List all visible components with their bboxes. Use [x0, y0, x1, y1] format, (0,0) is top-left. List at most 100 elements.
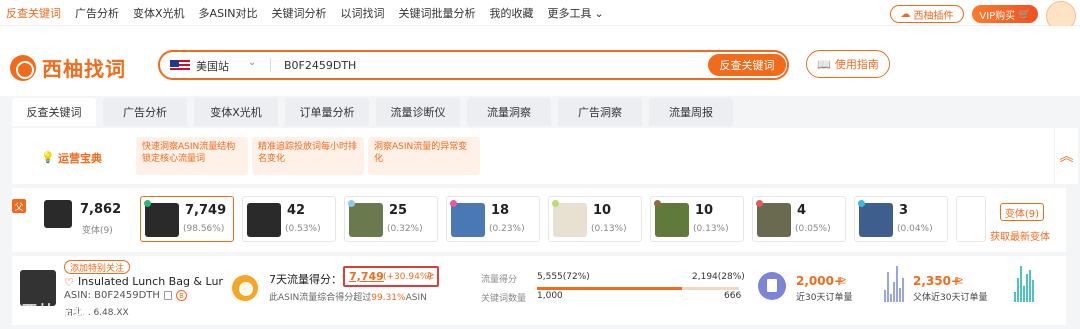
- mini-chart: [1014, 262, 1038, 302]
- guide-button[interactable]: 📖 使用指南: [806, 50, 890, 78]
- mini-chart-bar: [1017, 278, 1019, 302]
- variant-thumbnail: [655, 203, 689, 237]
- variant-thumbnail: [451, 203, 485, 237]
- bulb-icon: 💡: [41, 151, 55, 164]
- copy-icon[interactable]: [164, 291, 172, 300]
- flow-score-box: 7,749 (+30.94%) ⊵: [343, 266, 439, 287]
- flow-score-label: 7天流量得分：: [269, 273, 342, 286]
- variants-panel: 7,862 变体(9) 7,749 (98.56%) 42 (0.53%) 25 (0.3…: [12, 188, 1066, 252]
- logo[interactable]: 西柚找词: [10, 53, 126, 82]
- tab-item[interactable]: 流量洞察: [467, 98, 551, 126]
- site-select[interactable]: 美国站: [196, 58, 229, 74]
- variant-summary[interactable]: 7,862 变体(9): [22, 196, 132, 242]
- variant-card[interactable]: 10 (0.13%): [650, 196, 744, 242]
- gauge-icon: [232, 275, 258, 301]
- mini-chart-bar: [1032, 280, 1034, 302]
- tab-item[interactable]: 广告分析: [103, 98, 187, 126]
- nav-item[interactable]: 关键词批量分析: [399, 5, 476, 21]
- variant-card[interactable]: 25 (0.32%): [344, 196, 438, 242]
- mini-chart-bar: [890, 294, 892, 302]
- variant-value: 42: [287, 203, 306, 218]
- plugin-button[interactable]: ☁ 西柚插件: [890, 5, 964, 23]
- vip-button[interactable]: VIP购买 🛒: [972, 5, 1038, 23]
- variant-card[interactable]: 3 (0.04%): [854, 196, 948, 242]
- heart-icon[interactable]: ♡: [64, 276, 74, 289]
- mini-chart-bar: [887, 272, 889, 302]
- variant-card[interactable]: 42 (0.53%): [242, 196, 336, 242]
- variant-card[interactable]: 10 (0.13%): [548, 196, 642, 242]
- mini-chart-bar: [1014, 292, 1016, 302]
- ops-guide-card[interactable]: 洞察ASIN流量的异常变化: [368, 137, 480, 175]
- variant-card[interactable]: 4 (0.05%): [752, 196, 846, 242]
- variant-card[interactable]: [956, 196, 986, 242]
- flow-note-suffix: ASIN: [405, 293, 427, 303]
- nav-item[interactable]: 多ASIN对比: [199, 5, 258, 21]
- search-button[interactable]: 反查关键词: [708, 54, 786, 76]
- tab-item[interactable]: 流量诊断仪: [376, 98, 460, 126]
- variant-percent: (0.04%): [897, 224, 933, 234]
- trend-icon[interactable]: ⊵: [839, 276, 847, 286]
- variant-percent: (0.13%): [693, 224, 729, 234]
- flow-score-value[interactable]: 7,749: [349, 270, 384, 283]
- flow-split-left: 5,555(72%): [537, 272, 590, 282]
- flow-split-fill: [537, 287, 683, 290]
- product-title[interactable]: Insulated Lunch Bag & Lun...: [78, 275, 223, 288]
- nav-menu: 反查关键词 广告分析 变体X光机 多ASIN对比 关键词分析 以词找词 关键词批量分析 我的收…: [6, 0, 618, 26]
- variant-thumbnail: [757, 203, 791, 237]
- add-follow-button[interactable]: 添加特别关注: [64, 260, 131, 274]
- flow-note-prefix: 此ASIN流量综合得分超过: [269, 293, 372, 303]
- color-dot-icon: [144, 200, 151, 207]
- book-icon: 📖: [817, 57, 831, 71]
- nav-item[interactable]: 我的收藏: [490, 5, 534, 21]
- brand-b-icon[interactable]: B: [176, 290, 187, 301]
- variant-percent: (0.05%): [795, 224, 831, 234]
- tab-item[interactable]: 反查关键词: [12, 98, 96, 126]
- flow-note-pct: 99.31%: [371, 293, 406, 303]
- tab-item[interactable]: 变体X光机: [194, 98, 278, 126]
- collapse-icon[interactable]: ︽: [1054, 128, 1078, 184]
- flow-score-note: 此ASIN流量综合得分超过99.31%ASIN: [269, 290, 427, 303]
- chevron-down-icon[interactable]: ⌄: [248, 57, 256, 68]
- variant-thumbnail: [553, 203, 587, 237]
- tab-item[interactable]: 订单量分析: [285, 98, 369, 126]
- search-input[interactable]: [284, 56, 684, 74]
- ops-guide-card[interactable]: 精准追踪投放词每小时排名变化: [252, 137, 364, 175]
- nav-item[interactable]: 以词找词: [341, 5, 385, 21]
- mini-chart-bar: [899, 288, 901, 302]
- tab-item[interactable]: 流量周报: [649, 98, 733, 126]
- nav-item[interactable]: 变体X光机: [133, 5, 185, 21]
- trend-chart-icon[interactable]: ⊵: [427, 271, 435, 281]
- keyword-count-label: 关键词数量: [481, 294, 527, 304]
- mini-chart-bar: [1023, 286, 1025, 302]
- variant-thumbnail: [247, 203, 281, 237]
- variant-percent: (0.23%): [489, 224, 525, 234]
- mini-chart-bar: [884, 290, 886, 302]
- orders-30d-label: 近30天订单量: [796, 293, 853, 303]
- color-dot-icon: [348, 200, 355, 207]
- vip-label: VIP购买: [979, 10, 1016, 22]
- orders-30d-value: 2,000+: [796, 274, 845, 288]
- nav-item[interactable]: 反查关键词: [6, 5, 61, 21]
- search-box: 美国站 ⌄ 反查关键词: [158, 50, 789, 80]
- color-dot-icon: [858, 200, 865, 207]
- variant-card[interactable]: 18 (0.23%): [446, 196, 540, 242]
- mini-chart-bar: [893, 282, 895, 302]
- parent-orders-30d-label: 父体近30天订单量: [913, 293, 988, 303]
- parent-orders-30d-value: 2,350+: [913, 274, 962, 288]
- chevron-down-icon[interactable]: ⌄: [595, 7, 604, 20]
- variant-card[interactable]: 7,749 (98.56%): [140, 196, 234, 242]
- nav-item[interactable]: 关键词分析: [272, 5, 327, 21]
- mini-chart-bar: [1026, 274, 1028, 302]
- nav-item[interactable]: 广告分析: [75, 5, 119, 21]
- order-icon: [758, 272, 786, 300]
- plugin-label: 西柚插件: [913, 10, 954, 22]
- us-flag-icon: [170, 60, 190, 72]
- ops-guide-card[interactable]: 快速洞察ASIN流量结构锁定核心流量词: [136, 137, 248, 175]
- trend-icon[interactable]: ⊵: [956, 276, 964, 286]
- refresh-variants-link[interactable]: 获取最新变体: [990, 228, 1050, 243]
- nav-item-more[interactable]: 更多工具: [548, 5, 592, 21]
- variant-count-button[interactable]: 变体(9): [1000, 203, 1044, 221]
- color-dot-icon: [450, 200, 457, 207]
- guide-label: 使用指南: [834, 58, 879, 71]
- tab-item[interactable]: 广告洞察: [558, 98, 642, 126]
